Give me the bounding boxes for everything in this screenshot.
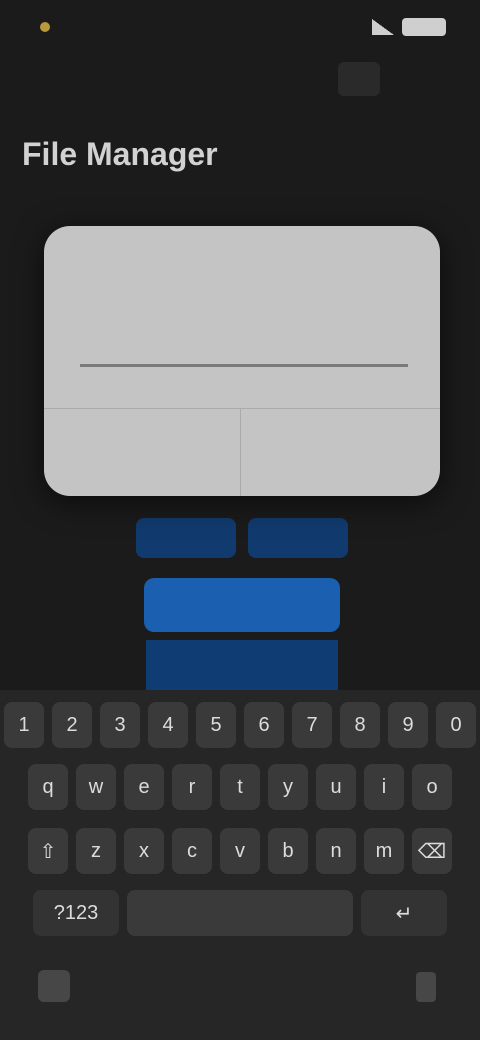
chip-right[interactable] [248, 518, 348, 558]
key[interactable]: y [268, 764, 308, 810]
key[interactable]: 0 [436, 702, 476, 748]
key[interactable]: e [124, 764, 164, 810]
dialog-button-divider [240, 408, 241, 496]
keyboard-row-2: q w e r t y u i o [0, 764, 480, 810]
key[interactable]: 8 [340, 702, 380, 748]
space-key[interactable] [127, 890, 353, 936]
key[interactable]: 9 [388, 702, 428, 748]
dialog-text-input[interactable] [80, 318, 408, 367]
chip-left[interactable] [136, 518, 236, 558]
keyboard-row-4: ?123 ↵ [0, 890, 480, 936]
dialog-divider [44, 408, 440, 409]
status-indicators [372, 18, 446, 36]
key[interactable]: i [364, 764, 404, 810]
signal-icon [372, 19, 394, 35]
key[interactable]: c [172, 828, 212, 874]
key[interactable]: o [412, 764, 452, 810]
key[interactable]: 2 [52, 702, 92, 748]
key[interactable]: 7 [292, 702, 332, 748]
keyboard-bottom-bar [0, 950, 480, 1040]
key[interactable]: t [220, 764, 260, 810]
dialog [44, 226, 440, 496]
keyboard-row-1: 1 2 3 4 5 6 7 8 9 0 [0, 702, 480, 748]
keyboard-row-3: ⇧ z x c v b n m ⌫ [0, 828, 480, 874]
key[interactable]: 1 [4, 702, 44, 748]
battery-icon [402, 18, 446, 36]
key[interactable]: x [124, 828, 164, 874]
microphone-icon[interactable] [416, 972, 436, 1002]
shift-key[interactable]: ⇧ [28, 828, 68, 874]
key[interactable]: z [76, 828, 116, 874]
chip-row [136, 518, 348, 558]
key[interactable]: w [76, 764, 116, 810]
key[interactable]: b [268, 828, 308, 874]
ok-button[interactable] [256, 422, 426, 482]
backspace-key[interactable]: ⌫ [412, 828, 452, 874]
status-bar [0, 0, 480, 56]
cancel-button[interactable] [58, 422, 228, 482]
enter-key[interactable]: ↵ [361, 890, 447, 936]
key[interactable]: v [220, 828, 260, 874]
symbols-key[interactable]: ?123 [33, 890, 119, 936]
notification-dot-icon [40, 22, 50, 32]
blue-panel [146, 640, 338, 690]
key[interactable]: r [172, 764, 212, 810]
key[interactable]: m [364, 828, 404, 874]
toolbar-icon[interactable] [338, 62, 380, 96]
key[interactable]: u [316, 764, 356, 810]
key[interactable]: 4 [148, 702, 188, 748]
key[interactable]: 5 [196, 702, 236, 748]
primary-action-button[interactable] [144, 578, 340, 632]
key[interactable]: 6 [244, 702, 284, 748]
keyboard-switch-icon[interactable] [38, 970, 70, 1002]
page-title: File Manager [22, 136, 218, 172]
key[interactable]: n [316, 828, 356, 874]
key[interactable]: 3 [100, 702, 140, 748]
key[interactable]: q [28, 764, 68, 810]
